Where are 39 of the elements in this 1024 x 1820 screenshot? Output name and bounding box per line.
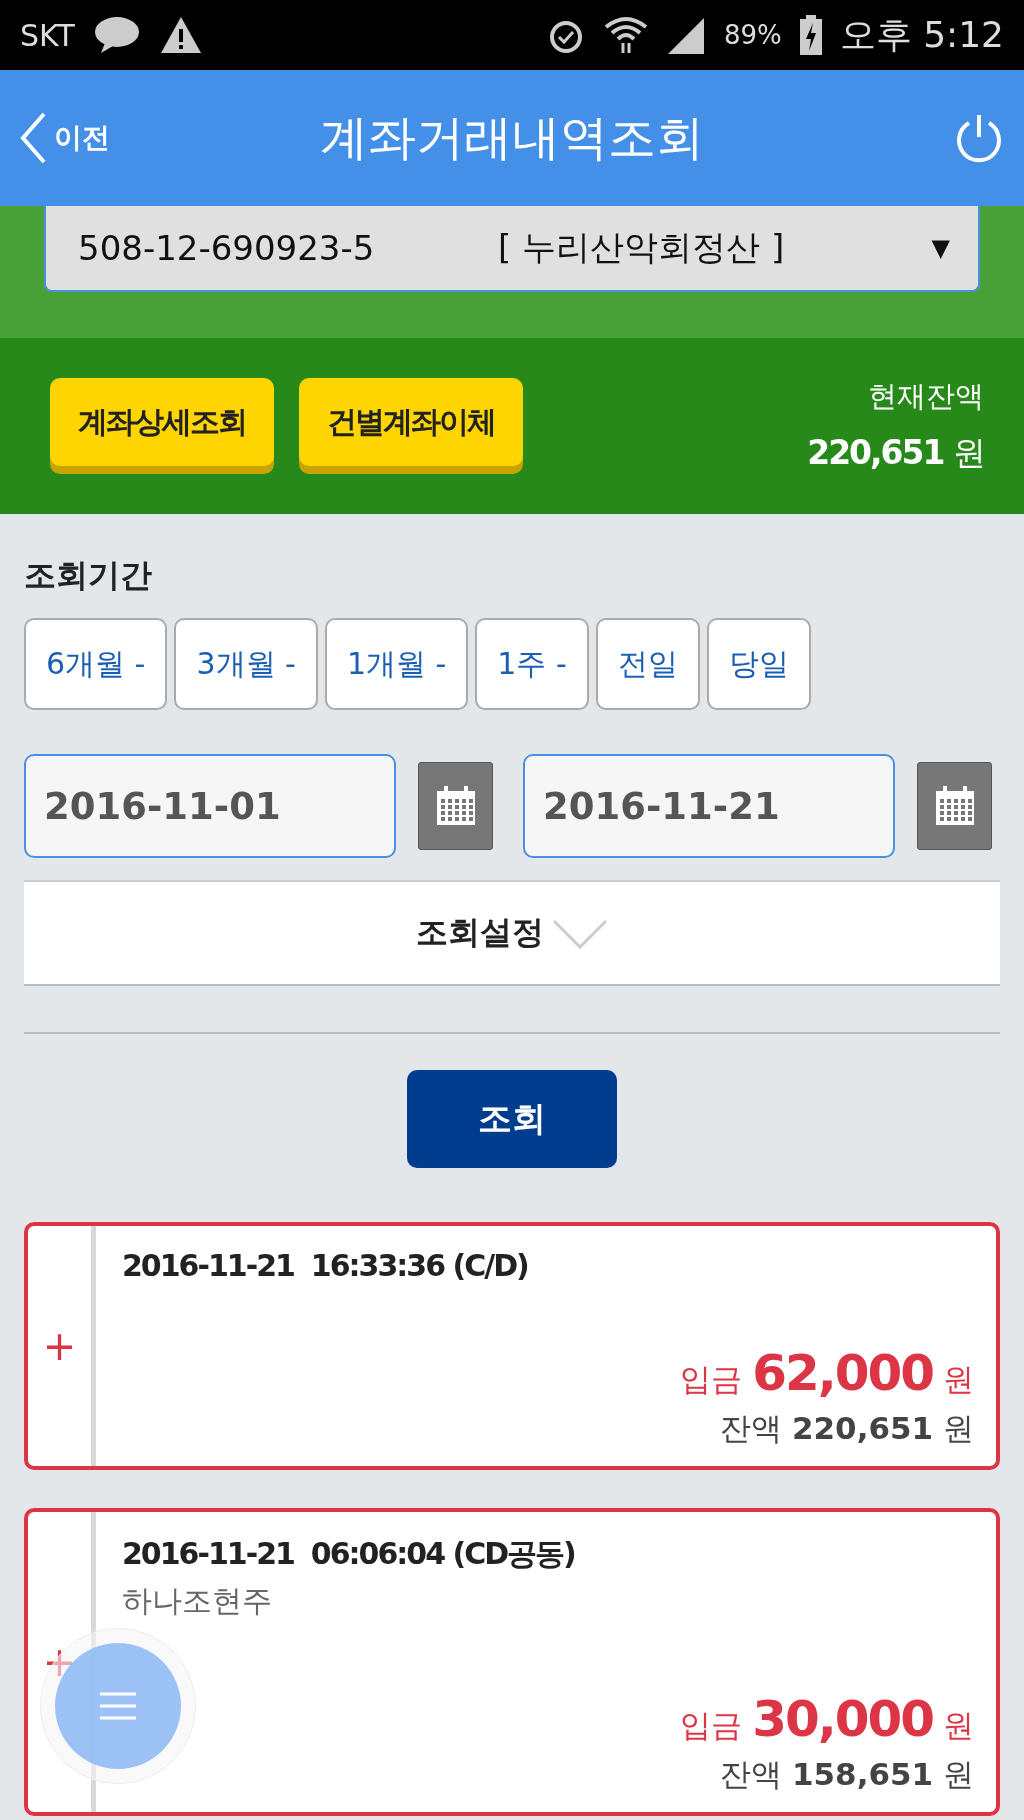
transaction-amount: 입금 30,000 원 [680,1690,974,1748]
expand-button[interactable]: + [28,1226,96,1466]
chevron-left-icon [20,112,46,164]
back-button[interactable]: 이전 [20,112,110,164]
balance-label: 현재잔액 [868,377,984,415]
search-button[interactable]: 조회 [407,1070,617,1168]
battery-icon [799,15,822,55]
account-select[interactable]: 508-12-690923-5 [ 누리산악회정산 ] ▼ [44,206,980,292]
period-button[interactable]: 1개월 - [324,618,469,710]
period-button[interactable]: 1주 - [475,618,589,710]
period-label: 조회기간 [24,555,153,596]
transaction-memo: 하나조현주 [122,1582,273,1620]
menu-icon [98,1690,138,1722]
transaction-balance: 잔액 158,651 원 [720,1755,974,1794]
chat-icon [92,15,141,55]
transaction-amount: 입금 62,000 원 [680,1344,974,1402]
calendar-button[interactable] [917,762,992,850]
period-button[interactable]: 6개월 - [24,618,168,710]
calendar-icon [933,785,976,827]
page-title: 계좌거래내역조회 [320,109,704,165]
balance-amount: 220,651 원 [807,431,984,474]
carrier: SKT [20,17,75,53]
transaction-datetime: 2016-11-21 06:06:04 (CD공동) [122,1535,576,1573]
period-button[interactable]: 당일 [706,618,811,710]
period-button[interactable]: 3개월 - [174,618,318,710]
clock: 오후 5:12 [839,12,1004,57]
calendar-icon [434,785,477,827]
calendar-button[interactable] [418,762,493,850]
transaction-balance: 잔액 220,651 원 [720,1409,974,1448]
end-date-field[interactable]: 2016-11-21 [523,754,895,858]
start-date-field[interactable]: 2016-11-01 [24,754,396,858]
period-button[interactable]: 전일 [595,618,700,710]
battery-percent: 89% [723,20,782,50]
settings-toggle[interactable]: 조회설정 [24,880,1000,986]
power-button[interactable] [954,113,1004,163]
chevron-down-icon [552,917,608,949]
wifi-icon [603,15,648,55]
transaction-datetime: 2016-11-21 16:33:36 (C/D) [122,1248,529,1283]
warning-icon [158,15,203,55]
